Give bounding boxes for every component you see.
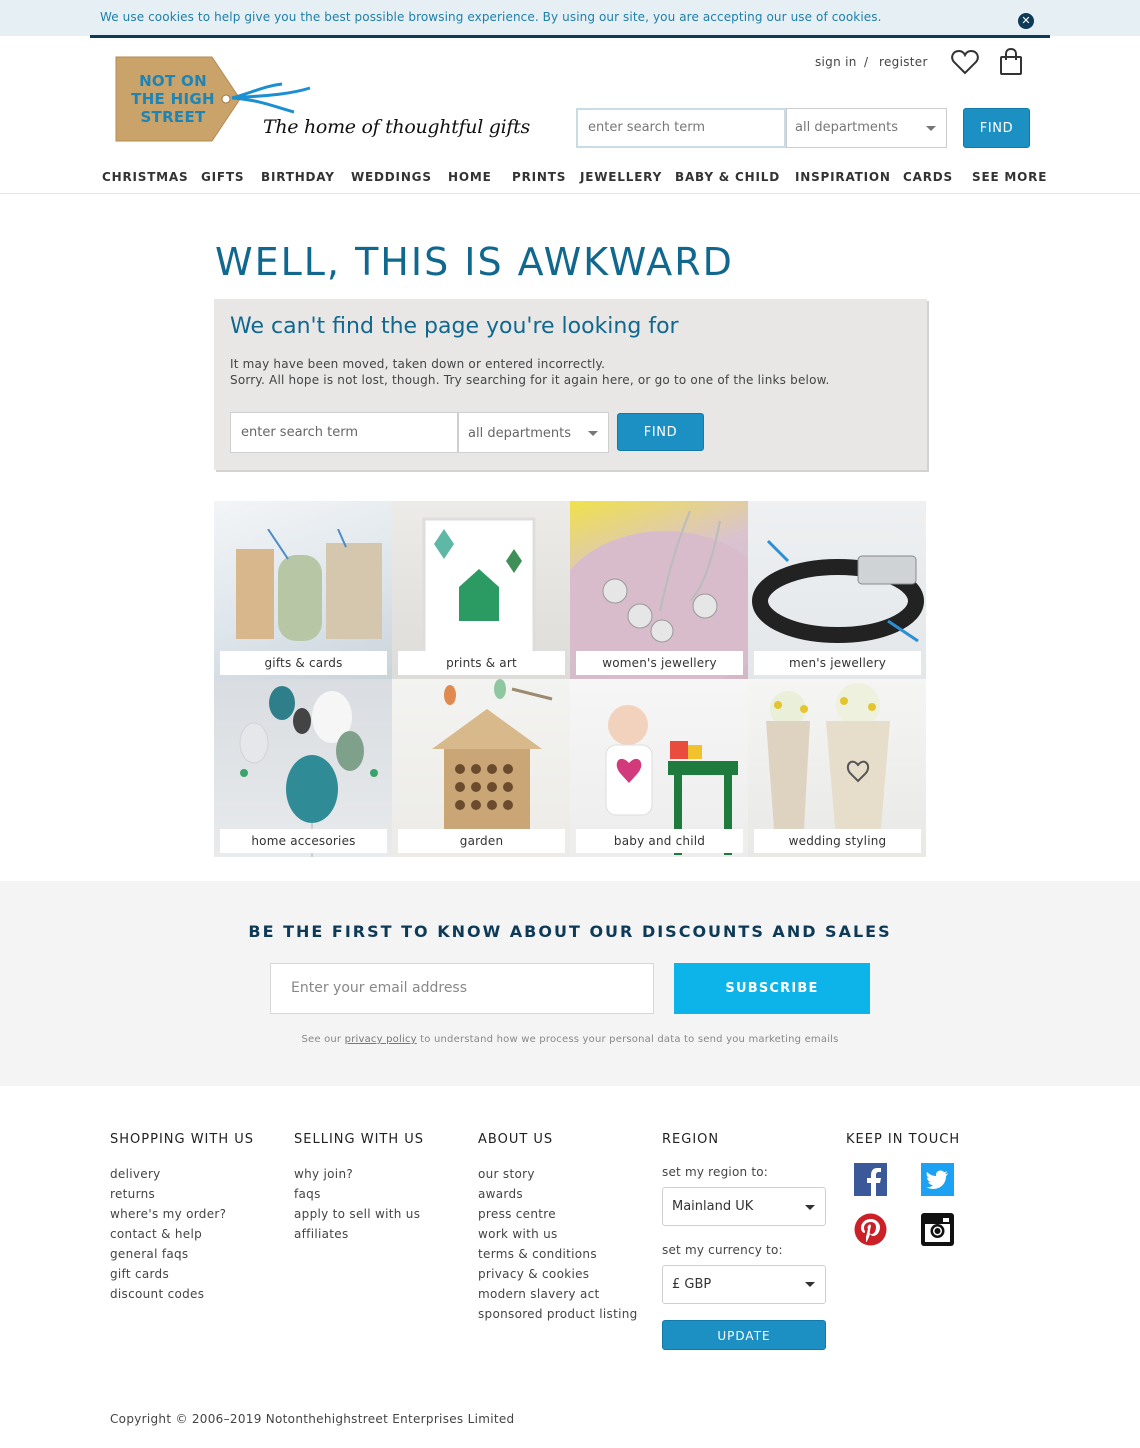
error-department-select[interactable]: all departments: [458, 412, 609, 453]
nav-jewellery[interactable]: JEWELLERY: [580, 170, 662, 184]
footer-link-press[interactable]: press centre: [478, 1207, 556, 1221]
tile-label: gifts & cards: [220, 651, 387, 675]
tile-label: baby and child: [576, 829, 743, 853]
subscribe-button[interactable]: SUBSCRIBE: [674, 963, 870, 1014]
footer-link-affiliates[interactable]: affiliates: [294, 1227, 349, 1241]
footer-link-gift-cards[interactable]: gift cards: [110, 1267, 169, 1281]
tile-label: wedding styling: [754, 829, 921, 853]
note-before: See our: [301, 1034, 342, 1045]
error-subtitle: We can't find the page you're looking fo…: [230, 314, 679, 339]
copyright: Copyright © 2006–2019 Notonthehighstreet…: [110, 1412, 515, 1426]
footer-link-faqs[interactable]: faqs: [294, 1187, 321, 1201]
nav-see-more[interactable]: SEE MORE: [972, 170, 1047, 184]
tile-baby-child[interactable]: baby and child: [570, 679, 748, 857]
print-frame-image: [422, 517, 536, 656]
tile-mens-jewellery[interactable]: men's jewellery: [748, 501, 926, 679]
page-title: WELL, THIS IS AWKWARD: [215, 240, 734, 284]
nav-christmas[interactable]: CHRISTMAS: [102, 170, 188, 184]
footer-heading-social: KEEP IN TOUCH: [846, 1132, 961, 1147]
privacy-policy-link[interactable]: privacy policy: [345, 1034, 417, 1045]
footer-link-returns[interactable]: returns: [110, 1187, 155, 1201]
facebook-icon[interactable]: [854, 1163, 887, 1196]
nav-divider: [0, 193, 1140, 194]
tile-label: home accesories: [220, 829, 387, 853]
note-after: to understand how we process your person…: [420, 1034, 839, 1045]
footer-link-work[interactable]: work with us: [478, 1227, 558, 1241]
currency-select[interactable]: £ GBP: [662, 1265, 826, 1304]
footer-heading-about: ABOUT US: [478, 1132, 554, 1147]
nav-inspiration[interactable]: INSPIRATION: [795, 170, 891, 184]
chevron-down-icon: [805, 1282, 815, 1287]
tile-label: prints & art: [398, 651, 565, 675]
region-select[interactable]: Mainland UK: [662, 1187, 826, 1226]
sign-in-link[interactable]: sign in: [815, 55, 857, 69]
error-search-input[interactable]: enter search term: [230, 412, 458, 453]
error-line-1: It may have been moved, taken down or en…: [230, 357, 606, 371]
error-line-2: Sorry. All hope is not lost, though. Try…: [230, 373, 830, 387]
footer-heading-selling: SELLING WITH US: [294, 1132, 425, 1147]
search-input[interactable]: enter search term: [576, 108, 786, 148]
tile-gifts-cards[interactable]: gifts & cards: [214, 501, 392, 679]
footer-link-slavery[interactable]: modern slavery act: [478, 1287, 600, 1301]
chevron-down-icon: [805, 1205, 815, 1210]
footer-link-why-join[interactable]: why join?: [294, 1167, 353, 1181]
cookie-message: We use cookies to help give you the best…: [100, 10, 882, 24]
footer-link-sponsored[interactable]: sponsored product listing: [478, 1307, 638, 1321]
twitter-icon[interactable]: [921, 1163, 954, 1196]
tile-wedding-styling[interactable]: wedding styling: [748, 679, 926, 857]
logo-text[interactable]: NOT ON THE HIGH STREET: [121, 72, 225, 126]
tile-label: garden: [398, 829, 565, 853]
update-button[interactable]: UPDATE: [662, 1320, 826, 1350]
footer-link-contact[interactable]: contact & help: [110, 1227, 202, 1241]
nav-birthday[interactable]: BIRTHDAY: [261, 170, 335, 184]
nav-prints[interactable]: PRINTS: [512, 170, 566, 184]
newsletter-title: BE THE FIRST TO KNOW ABOUT OUR DISCOUNTS…: [248, 922, 892, 941]
tile-womens-jewellery[interactable]: women's jewellery: [570, 501, 748, 679]
region-label: set my region to:: [662, 1165, 769, 1179]
footer-link-our-story[interactable]: our story: [478, 1167, 535, 1181]
letters-image: [236, 529, 382, 641]
footer-link-delivery[interactable]: delivery: [110, 1167, 161, 1181]
nav-cards[interactable]: CARDS: [903, 170, 953, 184]
chevron-down-icon: [926, 126, 936, 131]
nav-baby-child[interactable]: BABY & CHILD: [675, 170, 780, 184]
heart-icon[interactable]: [951, 49, 979, 75]
footer-link-privacy[interactable]: privacy & cookies: [478, 1267, 589, 1281]
bag-icon[interactable]: [999, 48, 1023, 76]
tile-home-accesories[interactable]: home accesories: [214, 679, 392, 857]
tile-label: women's jewellery: [576, 651, 743, 675]
footer-heading-region: REGION: [662, 1132, 720, 1147]
tile-prints-art[interactable]: prints & art: [392, 501, 570, 679]
tagline: The home of thoughtful gifts: [263, 116, 530, 138]
nav-gifts[interactable]: GIFTS: [201, 170, 244, 184]
footer-link-apply[interactable]: apply to sell with us: [294, 1207, 420, 1221]
find-button[interactable]: FIND: [963, 108, 1030, 148]
footer-link-awards[interactable]: awards: [478, 1187, 523, 1201]
pinterest-icon[interactable]: [854, 1213, 887, 1246]
ribbon-icon: [231, 82, 311, 114]
email-field[interactable]: Enter your email address: [270, 963, 654, 1014]
nav-weddings[interactable]: WEDDINGS: [351, 170, 432, 184]
error-find-button[interactable]: FIND: [617, 413, 704, 451]
register-link[interactable]: register: [879, 55, 928, 69]
close-icon[interactable]: ✕: [1018, 13, 1034, 29]
footer-link-general-faqs[interactable]: general faqs: [110, 1247, 188, 1261]
nav-home[interactable]: HOME: [448, 170, 492, 184]
account-separator: /: [864, 55, 869, 69]
newsletter-note: See our privacy policy to understand how…: [0, 1034, 1140, 1045]
footer-link-discount-codes[interactable]: discount codes: [110, 1287, 204, 1301]
chevron-down-icon: [588, 431, 598, 436]
cookie-divider: [90, 35, 1050, 38]
department-select[interactable]: all departments: [786, 108, 947, 148]
tile-garden[interactable]: garden: [392, 679, 570, 857]
instagram-icon[interactable]: [921, 1213, 954, 1246]
footer-heading-shopping: SHOPPING WITH US: [110, 1132, 255, 1147]
currency-label: set my currency to:: [662, 1243, 783, 1257]
footer-link-terms[interactable]: terms & conditions: [478, 1247, 597, 1261]
footer-link-order[interactable]: where's my order?: [110, 1207, 226, 1221]
tile-label: men's jewellery: [754, 651, 921, 675]
